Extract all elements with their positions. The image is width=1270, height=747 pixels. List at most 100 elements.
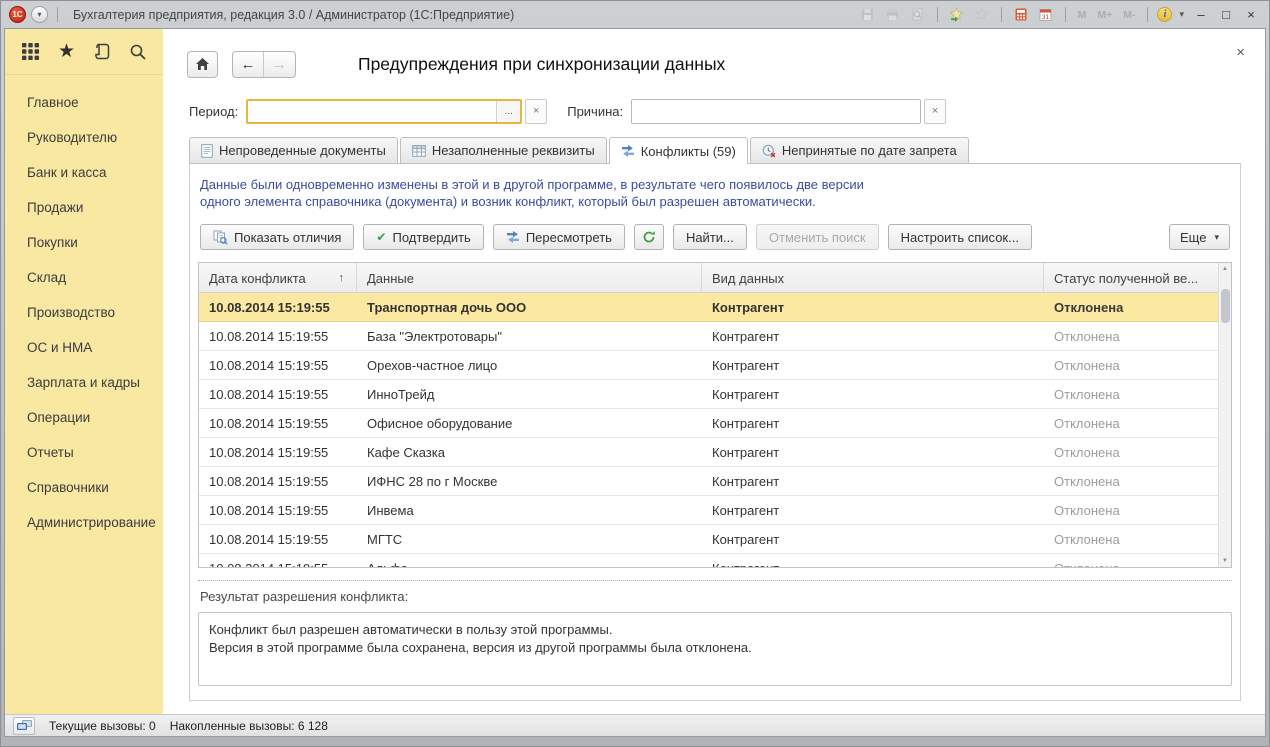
reason-clear-icon[interactable]: × [924,99,946,124]
reason-input[interactable] [632,100,920,123]
home-button[interactable] [187,51,218,78]
info-icon[interactable]: i [1157,7,1172,22]
tab-label: Конфликты (59) [641,144,736,159]
sections-menu-icon[interactable] [21,42,40,61]
cell-status: Отклонена [1044,445,1217,460]
cell-data: Транспортная дочь ООО [357,300,702,315]
sidebar-item-pokupki[interactable]: Покупки [5,225,163,260]
column-header-kind[interactable]: Вид данных [702,263,1044,293]
review-button[interactable]: Пересмотреть [493,224,625,250]
table-row[interactable]: 10.08.2014 15:19:55 ИФНС 28 по г Москве … [199,467,1231,496]
memory-m-button[interactable]: M [1075,9,1090,21]
sidebar-item-rukovoditelyu[interactable]: Руководителю [5,120,163,155]
sidebar-item-prodazhi[interactable]: Продажи [5,190,163,225]
tab-unfilled-attributes[interactable]: Незаполненные реквизиты [400,137,607,163]
add-favorite-icon[interactable] [947,6,967,24]
column-header-date[interactable]: Дата конфликта ↑ [199,263,357,293]
cell-kind: Контрагент [702,503,1044,518]
cell-kind: Контрагент [702,416,1044,431]
refresh-button[interactable] [634,224,664,250]
table-header: Дата конфликта ↑ Данные Вид данных Стату… [199,263,1231,293]
more-button[interactable]: Еще ▾ [1169,224,1230,250]
minimize-button[interactable]: – [1191,7,1211,22]
table-row[interactable]: 10.08.2014 15:19:55 ИнноТрейд Контрагент… [199,380,1231,409]
calculator-icon[interactable] [1011,6,1031,24]
table-row[interactable]: 10.08.2014 15:19:55 База "Электротовары"… [199,322,1231,351]
scrollbar-thumb[interactable] [1221,289,1230,323]
column-header-data[interactable]: Данные [357,263,702,293]
print-preview-icon[interactable] [908,6,928,24]
cell-date: 10.08.2014 15:19:55 [199,503,357,518]
table-row[interactable]: 10.08.2014 15:19:55 Офисное оборудование… [199,409,1231,438]
cell-status: Отклонена [1044,532,1217,547]
favorites-star-icon[interactable]: ★ [58,42,75,61]
sidebar-item-administrirovanie[interactable]: Администрирование [5,505,163,540]
sidebar-toolbar: ★ [5,29,163,75]
cell-date: 10.08.2014 15:19:55 [199,532,357,547]
sidebar-item-os-i-nma[interactable]: ОС и НМА [5,330,163,365]
table-scrollbar[interactable]: ▲ ▼ [1218,263,1231,567]
titlebar: 1С ▾ Бухгалтерия предприятия, редакция 3… [1,1,1269,28]
period-input[interactable] [248,101,496,122]
cell-date: 10.08.2014 15:19:55 [199,358,357,373]
show-differences-button[interactable]: Показать отличия [200,224,354,250]
sidebar-item-spravochniki[interactable]: Справочники [5,470,163,505]
sidebar-item-zarplata-i-kadry[interactable]: Зарплата и кадры [5,365,163,400]
window-title: Бухгалтерия предприятия, редакция 3.0 / … [73,8,514,22]
cell-data: ИнноТрейд [357,387,702,402]
sidebar: ★ Главное Руководителю Банк и касса Прод… [5,29,163,714]
favorites-icon[interactable] [972,6,992,24]
table-row[interactable]: 10.08.2014 15:19:55 Транспортная дочь ОО… [199,293,1231,322]
cell-kind: Контрагент [702,561,1044,569]
confirm-button[interactable]: ✔ Подтвердить [363,224,483,250]
period-field-group: ... [246,99,522,124]
period-choose-icon[interactable]: ... [496,101,520,122]
main-menu-button[interactable]: ▾ [31,6,48,23]
scroll-down-icon[interactable]: ▼ [1222,555,1228,567]
cell-date: 10.08.2014 15:19:55 [199,387,357,402]
reason-label: Причина: [567,104,623,119]
table-row[interactable]: 10.08.2014 15:19:55 Альфа Контрагент Отк… [199,554,1231,568]
table-row[interactable]: 10.08.2014 15:19:55 Инвема Контрагент От… [199,496,1231,525]
sidebar-item-otchety[interactable]: Отчеты [5,435,163,470]
scroll-up-icon[interactable]: ▲ [1222,263,1228,275]
configure-list-button[interactable]: Настроить список... [888,224,1032,250]
sidebar-item-operacii[interactable]: Операции [5,400,163,435]
find-button[interactable]: Найти... [673,224,747,250]
sidebar-item-glavnoe[interactable]: Главное [5,85,163,120]
client-server-icon[interactable] [13,717,35,735]
period-clear-icon[interactable]: × [525,99,547,124]
tab-unposted-documents[interactable]: Непроведенные документы [189,137,398,163]
cell-data: Офисное оборудование [357,416,702,431]
button-label: Настроить список... [901,230,1019,245]
tab-label: Незаполненные реквизиты [432,143,595,158]
current-calls: Текущие вызовы: 0 [49,719,156,733]
calendar-icon[interactable]: 31 [1036,6,1056,24]
titlebar-separator [937,7,938,22]
close-button[interactable]: × [1241,7,1261,22]
cell-date: 10.08.2014 15:19:55 [199,416,357,431]
form-close-icon[interactable]: × [1236,45,1245,60]
back-button[interactable]: ← [233,52,264,77]
compare-icon [213,230,228,245]
sidebar-item-proizvodstvo[interactable]: Производство [5,295,163,330]
memory-m-minus-button[interactable]: M- [1120,9,1138,21]
maximize-button[interactable]: □ [1216,7,1236,22]
table-row[interactable]: 10.08.2014 15:19:55 Орехов-частное лицо … [199,351,1231,380]
sidebar-item-bank-i-kassa[interactable]: Банк и касса [5,155,163,190]
search-icon[interactable] [129,43,147,61]
tab-rejected-by-date[interactable]: Непринятые по дате запрета [750,137,969,163]
memory-m-plus-button[interactable]: M+ [1094,9,1115,21]
print-icon[interactable] [883,6,903,24]
result-label: Результат разрешения конфликта: [198,589,1232,612]
history-icon[interactable] [93,42,111,61]
app-window: 1С ▾ Бухгалтерия предприятия, редакция 3… [0,0,1270,747]
table-row[interactable]: 10.08.2014 15:19:55 Кафе Сказка Контраге… [199,438,1231,467]
sidebar-item-sklad[interactable]: Склад [5,260,163,295]
table-row[interactable]: 10.08.2014 15:19:55 МГТС Контрагент Откл… [199,525,1231,554]
sort-asc-icon: ↑ [339,272,347,284]
save-icon[interactable] [858,6,878,24]
info-caret-icon[interactable]: ▾ [1177,9,1186,20]
tab-conflicts[interactable]: Конфликты (59) [609,137,748,164]
column-header-status[interactable]: Статус полученной ве... [1044,263,1217,293]
